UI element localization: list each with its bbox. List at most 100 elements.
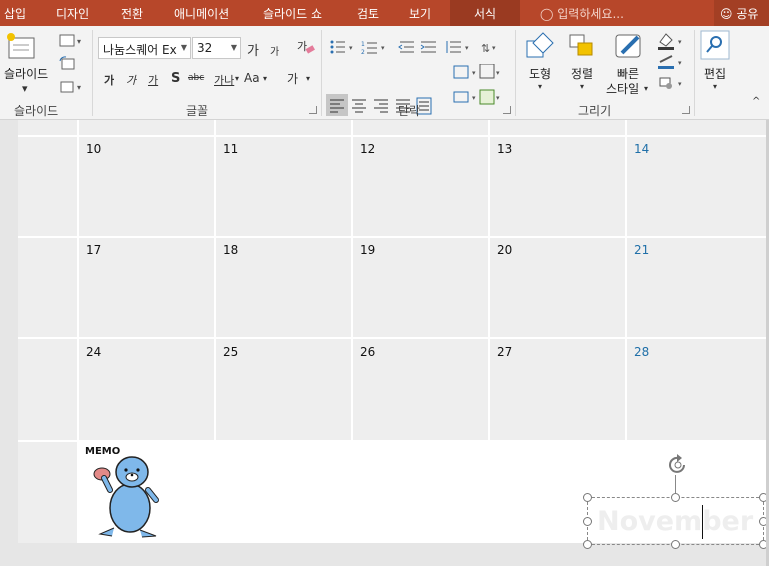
tab-design[interactable]: 디자인: [56, 5, 89, 22]
bullets-icon: [330, 40, 345, 54]
magnifier-icon[interactable]: [700, 30, 730, 60]
font-name-select[interactable]: 나눔스퀘어 Ex ▼: [98, 37, 191, 59]
tab-format[interactable]: 서식: [474, 5, 496, 22]
chevron-down-icon: ▼: [230, 43, 237, 52]
day-number: 25: [223, 345, 239, 359]
text-direction-icon: ⇅: [481, 42, 490, 55]
strikethrough-button[interactable]: abc: [188, 73, 204, 83]
svg-text:▾: ▾: [678, 38, 682, 46]
day-number: 19: [360, 243, 376, 257]
shapes-button[interactable]: 도형: [529, 67, 551, 81]
calendar-cell: [18, 442, 77, 543]
resize-handle[interactable]: [583, 540, 592, 549]
resize-handle[interactable]: [583, 493, 592, 502]
tab-insert[interactable]: 삽입: [4, 5, 26, 22]
svg-text:▾: ▾: [678, 80, 682, 88]
arrange-icon[interactable]: [568, 31, 600, 63]
chevron-down-icon: ▾: [644, 84, 649, 93]
lightbulb-icon: ◯: [540, 7, 554, 21]
slide-canvas: 10 11 12 13 14 17 18 19 20 21 24 25 26 2…: [0, 120, 769, 566]
paragraph-row1: ▾ 12 ▾ ▾ ⇅ ▾: [330, 40, 496, 56]
divider: [92, 30, 93, 116]
svg-text:⇅: ⇅: [481, 42, 490, 55]
svg-text:▾: ▾: [77, 37, 81, 46]
textbox-text[interactable]: November: [597, 506, 753, 537]
tab-transitions[interactable]: 전환: [121, 5, 143, 22]
new-slide-button[interactable]: 슬라이드: [4, 67, 48, 81]
chevron-down-icon: ▾: [538, 82, 543, 91]
font-dialog-launcher[interactable]: [309, 106, 317, 114]
new-slide-icon[interactable]: [6, 32, 36, 62]
svg-text:▾: ▾: [678, 59, 682, 67]
reset-icon[interactable]: [58, 55, 84, 73]
svg-text:▾: ▾: [496, 94, 500, 102]
font-size-select[interactable]: 32 ▼: [192, 37, 241, 59]
calendar-cell: [18, 137, 77, 236]
italic-button[interactable]: 가: [126, 72, 136, 88]
underline-button[interactable]: 가: [148, 72, 158, 88]
clear-format-icon[interactable]: 가: [296, 38, 316, 56]
shrink-font-button[interactable]: 가: [270, 43, 279, 58]
svg-text:▾: ▾: [472, 69, 476, 77]
seal-mascot-image: [93, 456, 159, 538]
chevron-down-icon[interactable]: ▾: [22, 82, 28, 95]
shape-format-icons[interactable]: ▾ ▾ ▾: [656, 30, 690, 96]
chevron-down-icon: ▾: [263, 74, 268, 83]
share-button[interactable]: ☺ 공유: [714, 0, 769, 26]
chevron-down-icon: ▾: [580, 82, 585, 91]
svg-text:▾: ▾: [472, 94, 476, 102]
align-left-icon: [326, 94, 348, 116]
rotate-handle-icon[interactable]: [665, 453, 691, 477]
day-number: 18: [223, 243, 239, 257]
bold-button[interactable]: 가: [104, 72, 114, 88]
svg-text:▾: ▾: [465, 44, 469, 52]
day-number-weekend: 21: [634, 243, 650, 257]
shapes-icon[interactable]: [525, 31, 557, 63]
collapse-ribbon-icon[interactable]: ^: [752, 96, 760, 107]
tab-review[interactable]: 검토: [357, 5, 379, 22]
day-number-weekend: 28: [634, 345, 650, 359]
char-spacing-button[interactable]: 가나: [214, 72, 234, 88]
calendar-cell: [18, 339, 77, 440]
columns-align-icons[interactable]: ▾ ▾ ▾ ▾: [450, 64, 504, 114]
chevron-down-icon: ▼: [180, 43, 187, 52]
tab-slideshow[interactable]: 슬라이드 쇼: [263, 5, 322, 22]
slide[interactable]: 10 11 12 13 14 17 18 19 20 21 24 25 26 2…: [18, 120, 769, 543]
menu-bar: 삽입 디자인 전환 애니메이션 슬라이드 쇼 검토 보기 서식 ◯ 입력하세요.…: [0, 0, 769, 26]
day-number: 26: [360, 345, 376, 359]
day-number: 24: [86, 345, 102, 359]
group-label-font: 글꼴: [186, 104, 209, 118]
grow-font-button[interactable]: 가: [247, 40, 259, 59]
day-number: 27: [497, 345, 513, 359]
quick-styles-label-2[interactable]: 스타일: [606, 82, 639, 96]
person-icon: ☺: [720, 7, 733, 21]
resize-handle[interactable]: [671, 493, 680, 502]
day-number: 10: [86, 142, 102, 156]
paragraph-dialog-launcher[interactable]: [503, 106, 511, 114]
decrease-indent-icon: [398, 41, 414, 53]
align-center-icon: [352, 99, 366, 113]
resize-handle[interactable]: [671, 540, 680, 549]
font-color-button[interactable]: 가: [287, 70, 298, 87]
share-label: 공유: [736, 7, 759, 21]
tab-animations[interactable]: 애니메이션: [174, 5, 229, 22]
arrange-button[interactable]: 정렬: [571, 67, 593, 81]
divider: [321, 30, 322, 116]
svg-text:▾: ▾: [496, 69, 500, 77]
quick-styles-label-1[interactable]: 빠른: [617, 67, 639, 81]
chevron-down-icon: ▾: [235, 74, 240, 83]
editing-button[interactable]: 편집: [704, 67, 726, 81]
svg-text:▾: ▾: [492, 44, 496, 52]
change-case-button[interactable]: Aa: [244, 71, 260, 85]
font-size-value: 32: [197, 41, 213, 55]
section-icon[interactable]: ▾: [58, 78, 84, 96]
quick-styles-icon[interactable]: [612, 31, 646, 63]
shadow-button[interactable]: S: [171, 71, 180, 86]
divider: [694, 30, 695, 116]
tell-me-search[interactable]: ◯ 입력하세요...: [540, 5, 624, 22]
svg-text:가: 가: [297, 40, 307, 53]
layout-icon[interactable]: ▾: [58, 32, 84, 50]
resize-handle[interactable]: [583, 517, 592, 526]
drawing-dialog-launcher[interactable]: [682, 106, 690, 114]
tab-view[interactable]: 보기: [409, 5, 431, 22]
